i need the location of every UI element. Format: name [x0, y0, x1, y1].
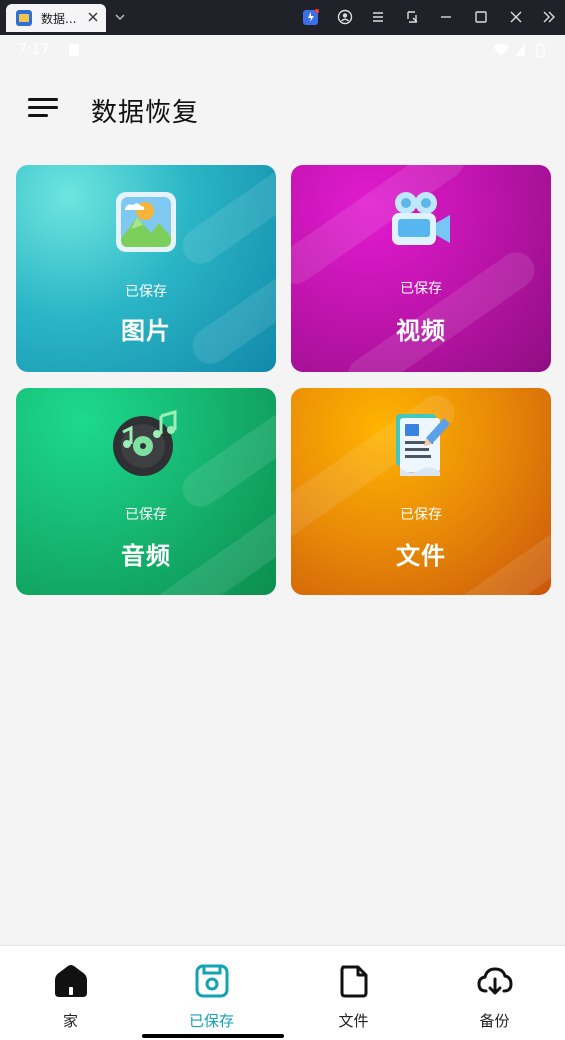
- close-icon[interactable]: [86, 10, 100, 24]
- window-titlebar: 数据...: [0, 0, 565, 35]
- card-label: 图片: [121, 317, 171, 345]
- hamburger-menu-icon[interactable]: [28, 96, 60, 120]
- notification-icon: [69, 44, 79, 56]
- nav-item-saved[interactable]: 已保存: [141, 946, 282, 1040]
- file-icon: [340, 965, 367, 998]
- nav-item-backup[interactable]: 备份: [424, 946, 565, 1040]
- account-icon[interactable]: [337, 9, 353, 25]
- card-subtitle: 已保存: [125, 284, 167, 300]
- window-close-icon[interactable]: [508, 9, 524, 25]
- page-title: 数据恢复: [91, 98, 200, 128]
- card-label: 文件: [396, 542, 446, 570]
- minimize-icon[interactable]: [438, 9, 454, 25]
- status-time: 7:17: [18, 42, 50, 58]
- photos-card[interactable]: 已保存 图片: [16, 165, 276, 372]
- files-card[interactable]: 已保存 文件: [291, 388, 551, 595]
- card-subtitle: 已保存: [125, 507, 167, 523]
- cloud-download-icon: [476, 967, 513, 995]
- nav-label-saved: 已保存: [188, 1012, 234, 1030]
- document-icon: [396, 414, 450, 476]
- maximize-icon[interactable]: [473, 9, 489, 25]
- card-subtitle: 已保存: [400, 281, 442, 297]
- bottom-navigation: 家 已保存 文件 备份: [0, 945, 565, 1040]
- tab-title: 数据...: [41, 11, 77, 26]
- image-icon: [116, 192, 176, 252]
- card-label: 视频: [396, 317, 446, 345]
- save-icon: [195, 964, 228, 998]
- card-subtitle: 已保存: [400, 507, 442, 523]
- browser-tab[interactable]: 数据...: [6, 4, 106, 32]
- home-icon: [54, 965, 87, 997]
- chevron-down-icon[interactable]: [113, 10, 127, 24]
- menu-icon[interactable]: [370, 9, 386, 25]
- status-bar: 7:17: [0, 35, 565, 65]
- nav-label-home: 家: [62, 1012, 78, 1030]
- signal-icon: [515, 44, 525, 56]
- more-icon[interactable]: [541, 9, 557, 25]
- nav-item-home[interactable]: 家: [0, 946, 141, 1040]
- card-label: 音频: [121, 542, 171, 570]
- screenshot-icon[interactable]: [404, 9, 420, 25]
- battery-icon: [536, 43, 545, 58]
- video-camera-icon: [392, 192, 450, 245]
- home-indicator: [142, 1034, 284, 1038]
- extension-icon[interactable]: [303, 9, 319, 25]
- app-header: 数据恢复: [0, 80, 565, 136]
- music-disc-icon: [113, 410, 177, 476]
- nav-label-backup: 备份: [479, 1012, 510, 1030]
- app-favicon-icon: [16, 10, 32, 26]
- audio-card[interactable]: 已保存 音频: [16, 388, 276, 595]
- nav-item-files[interactable]: 文件: [283, 946, 424, 1040]
- nav-label-files: 文件: [338, 1012, 369, 1030]
- wifi-icon: [493, 44, 509, 56]
- videos-card[interactable]: 已保存 视频: [291, 165, 551, 372]
